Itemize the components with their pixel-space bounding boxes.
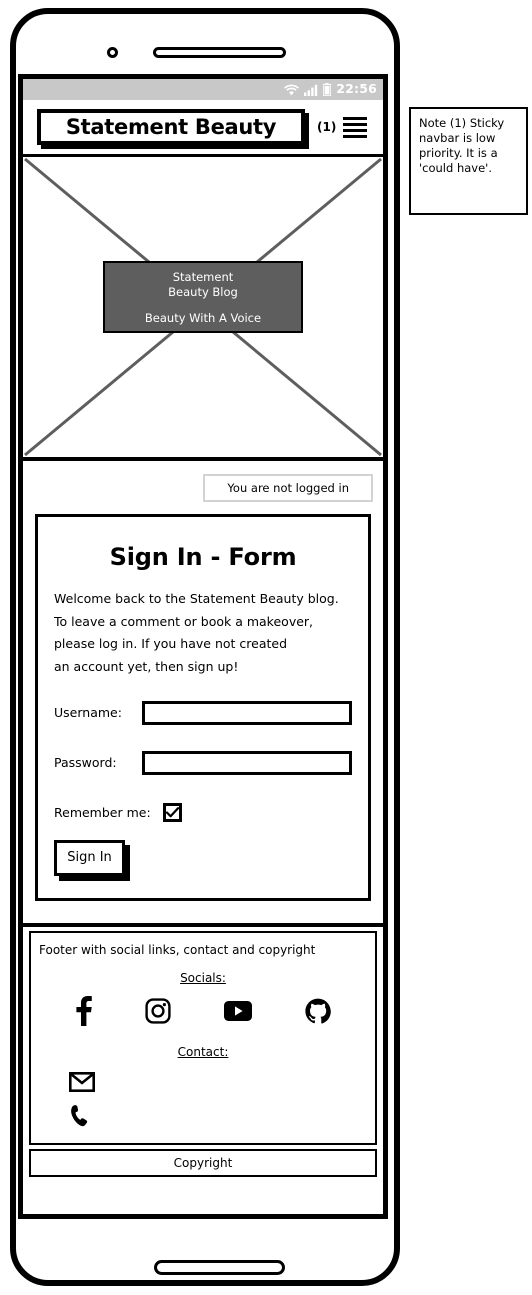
- password-field-row: Password:: [54, 750, 352, 775]
- signin-submit-button[interactable]: Sign In: [54, 839, 125, 876]
- contact-email[interactable]: [69, 1065, 375, 1099]
- remember-me-checkbox[interactable]: [162, 802, 182, 822]
- status-bar-clock: 22:56: [336, 81, 377, 97]
- login-status-strip: You are not logged in: [23, 461, 383, 514]
- wifi-icon: [284, 84, 300, 95]
- contact-phone[interactable]: [69, 1099, 375, 1133]
- hero-overlay-box: Statement Beauty Blog Beauty With A Voic…: [103, 261, 303, 333]
- youtube-icon[interactable]: [223, 1000, 252, 1021]
- email-icon: [69, 1071, 95, 1092]
- footer-caption: Footer with social links, contact and co…: [39, 942, 316, 957]
- navbar-note-marker: (1): [317, 120, 337, 134]
- signal-icon: [304, 84, 318, 96]
- instagram-icon[interactable]: [145, 997, 171, 1024]
- username-field-row: Username:: [54, 700, 352, 725]
- form-intro-text: Welcome back to the Statement Beauty blo…: [54, 591, 352, 675]
- remember-me-label: Remember me:: [54, 804, 151, 820]
- facebook-icon[interactable]: [75, 995, 93, 1026]
- checkmark-icon: [165, 806, 179, 817]
- annotation-note-1: Note (1) Sticky navbar is low priority. …: [409, 107, 528, 215]
- phone-home-button[interactable]: [154, 1260, 285, 1275]
- signin-form-wrapper: Sign In - Form Welcome back to the State…: [23, 514, 383, 901]
- contact-list: [31, 1065, 375, 1133]
- hero-image-placeholder: Statement Beauty Blog Beauty With A Voic…: [23, 157, 383, 461]
- hero-tagline: Beauty With A Voice: [144, 310, 262, 325]
- hero-title-line-1: Statement: [172, 269, 234, 284]
- password-label: Password:: [54, 755, 117, 770]
- github-icon[interactable]: [305, 998, 331, 1024]
- phone-screen: 22:56 Statement Beauty (1) Statement Bea…: [18, 74, 388, 1219]
- annotation-note-text: Note (1) Sticky navbar is low priority. …: [419, 116, 505, 175]
- navbar: Statement Beauty (1): [23, 100, 383, 157]
- status-bar: 22:56: [23, 79, 383, 100]
- username-label: Username:: [54, 705, 122, 720]
- hamburger-line: [343, 122, 368, 126]
- login-status-badge: You are not logged in: [203, 473, 373, 502]
- hamburger-line: [343, 128, 368, 132]
- hamburger-line: [343, 134, 368, 138]
- form-title: Sign In - Form: [109, 543, 297, 571]
- hamburger-icon[interactable]: [343, 116, 368, 138]
- wireframe-canvas: 22:56 Statement Beauty (1) Statement Bea…: [0, 0, 532, 1295]
- signin-form-card: Sign In - Form Welcome back to the State…: [35, 514, 371, 901]
- brand-logo-box[interactable]: Statement Beauty: [37, 109, 305, 145]
- form-intro-line: please log in. If you have not created: [54, 636, 288, 652]
- username-input[interactable]: [142, 700, 352, 725]
- hamburger-line: [343, 116, 368, 120]
- socials-heading: Socials:: [180, 970, 226, 985]
- form-intro-line: an account yet, then sign up!: [54, 658, 239, 674]
- battery-icon: [323, 83, 332, 96]
- form-intro-line: Welcome back to the Statement Beauty blo…: [54, 591, 339, 606]
- social-links-row: [31, 991, 375, 1031]
- footer: Footer with social links, contact and co…: [23, 922, 383, 1177]
- hero-title-line-2: Beauty Blog: [168, 284, 238, 299]
- phone-icon: [71, 1104, 88, 1126]
- phone-camera-icon: [107, 47, 118, 58]
- password-input[interactable]: [142, 750, 352, 775]
- footer-content-box: Footer with social links, contact and co…: [29, 930, 377, 1145]
- remember-me-row: Remember me:: [54, 802, 352, 822]
- phone-speaker-icon: [153, 47, 286, 58]
- brand-title: Statement Beauty: [65, 115, 277, 139]
- form-intro-line: To leave a comment or book a makeover,: [54, 613, 314, 629]
- contact-heading: Contact:: [177, 1044, 229, 1059]
- copyright-bar: Copyright: [29, 1148, 377, 1177]
